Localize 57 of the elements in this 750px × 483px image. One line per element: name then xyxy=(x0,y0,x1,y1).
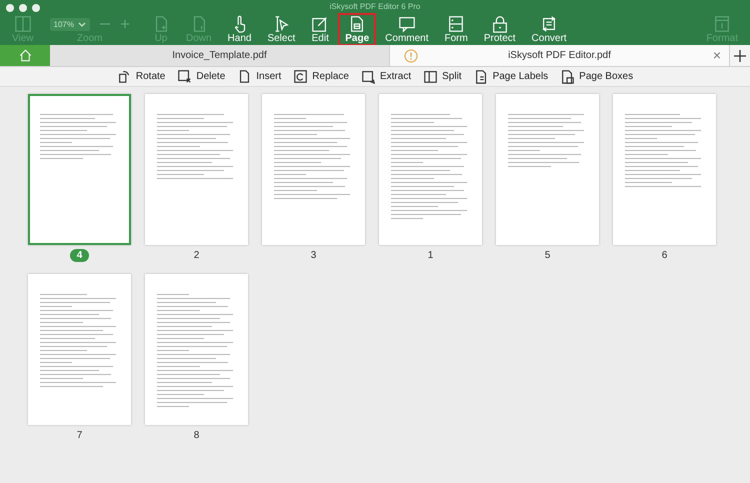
replace-button[interactable]: Replace xyxy=(289,69,353,84)
form-button[interactable]: Form xyxy=(438,14,474,45)
extract-icon xyxy=(360,69,376,84)
replace-icon xyxy=(293,69,308,84)
format-panel-icon xyxy=(713,15,732,33)
delete-button[interactable]: Delete xyxy=(173,69,230,84)
protect-button[interactable]: Protect xyxy=(478,14,522,45)
home-tab[interactable] xyxy=(0,45,50,66)
plus-icon xyxy=(733,48,747,62)
edit-icon xyxy=(311,15,330,33)
page-number: 6 xyxy=(660,249,668,262)
page-thumbnail[interactable] xyxy=(379,94,482,245)
close-tab-button[interactable]: × xyxy=(710,47,723,63)
rotate-button[interactable]: Rotate xyxy=(112,69,170,84)
edit-button[interactable]: Edit xyxy=(305,14,336,45)
page-thumbnail[interactable] xyxy=(262,94,365,245)
insert-button[interactable]: Insert xyxy=(233,69,286,84)
page-label-icon xyxy=(474,69,489,84)
page-thumbnail[interactable] xyxy=(613,94,716,245)
new-tab-button[interactable] xyxy=(730,45,750,66)
boxes-button[interactable]: Page Boxes xyxy=(556,69,638,84)
split-button[interactable]: Split xyxy=(419,69,466,84)
tab-title: iSkysoft PDF Editor.pdf xyxy=(508,50,611,61)
tab-title: Invoice_Template.pdf xyxy=(172,50,267,61)
comment-icon xyxy=(398,15,416,33)
window-title: iSkysoft PDF Editor 6 Pro xyxy=(330,2,420,11)
page-thumbnail[interactable] xyxy=(496,94,599,245)
lock-icon xyxy=(490,15,509,33)
page-number: 7 xyxy=(76,429,84,442)
page-thumbnail[interactable] xyxy=(28,274,131,425)
page-thumbnail[interactable] xyxy=(145,94,248,245)
delete-page-icon xyxy=(177,69,192,84)
zoom-in-icon xyxy=(120,19,130,29)
home-icon xyxy=(18,48,32,63)
page-thumbnail[interactable] xyxy=(28,94,131,245)
comment-button[interactable]: Comment xyxy=(379,14,435,45)
page-number: 2 xyxy=(192,249,200,262)
warning-icon xyxy=(404,49,418,63)
page-thumbnail[interactable] xyxy=(145,274,248,425)
caret-icon xyxy=(78,22,86,26)
convert-button[interactable]: Convert xyxy=(526,14,573,45)
panel-icon xyxy=(14,15,32,33)
page-button[interactable]: Page xyxy=(339,14,376,45)
split-icon xyxy=(423,69,438,84)
extract-button[interactable]: Extract xyxy=(356,69,416,84)
page-number: 5 xyxy=(544,249,552,262)
hand-button[interactable]: Hand xyxy=(222,14,258,45)
labels-button[interactable]: Page Labels xyxy=(470,69,552,84)
page-number: 8 xyxy=(192,429,200,442)
rotate-icon xyxy=(116,69,132,84)
form-icon xyxy=(447,15,466,33)
document-tab[interactable]: iSkysoft PDF Editor.pdf × xyxy=(390,45,730,66)
page-number: 1 xyxy=(426,249,434,262)
page-box-icon xyxy=(560,69,576,84)
page-number: 3 xyxy=(310,249,318,262)
select-button[interactable]: Select xyxy=(261,14,302,45)
page-number: 4 xyxy=(70,249,90,262)
